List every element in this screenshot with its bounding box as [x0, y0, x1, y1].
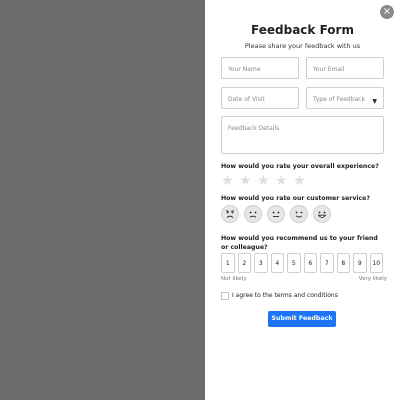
- service-rating: [221, 205, 331, 223]
- very-happy-face-icon[interactable]: [313, 205, 331, 223]
- name-placeholder: Your Name: [228, 66, 261, 73]
- star-icon[interactable]: ★: [257, 174, 271, 188]
- name-input[interactable]: Your Name: [221, 57, 299, 79]
- sad-face-icon[interactable]: [244, 205, 262, 223]
- details-placeholder: Feedback Details: [228, 125, 280, 132]
- feedback-panel: × Feedback Form Please share your feedba…: [205, 0, 400, 400]
- nps-option[interactable]: 8: [336, 253, 350, 273]
- question-service: How would you rate our customer service?: [221, 195, 370, 202]
- nps-option[interactable]: 2: [237, 253, 251, 273]
- form-title: Feedback Form: [251, 23, 354, 37]
- email-input[interactable]: Your Email: [306, 57, 384, 79]
- chevron-down-icon: ▼: [372, 98, 377, 105]
- email-placeholder: Your Email: [313, 66, 345, 73]
- smile-face-icon[interactable]: [290, 205, 308, 223]
- type-placeholder: Type of Feedback: [313, 96, 365, 103]
- question-overall: How would you rate your overall experien…: [221, 163, 379, 170]
- nps-option[interactable]: 7: [320, 253, 334, 273]
- star-icon[interactable]: ★: [293, 174, 307, 188]
- neutral-face-icon[interactable]: [267, 205, 285, 223]
- nps-scale: 1 2 3 4 5 6 7 8 9 10: [221, 253, 383, 273]
- nps-option[interactable]: 9: [353, 253, 367, 273]
- star-rating: ★ ★ ★ ★ ★: [221, 174, 307, 188]
- nps-option[interactable]: 1: [221, 253, 235, 273]
- very-angry-face-icon[interactable]: [221, 205, 239, 223]
- star-icon[interactable]: ★: [221, 174, 235, 188]
- form-subtitle: Please share your feedback with us: [244, 42, 361, 50]
- date-placeholder: Date of Visit: [228, 96, 265, 103]
- feedback-type-select[interactable]: Type of Feedback ▼: [306, 87, 384, 109]
- feedback-details-textarea[interactable]: Feedback Details: [221, 116, 384, 154]
- nps-option[interactable]: 6: [303, 253, 317, 273]
- star-icon[interactable]: ★: [239, 174, 253, 188]
- nps-option[interactable]: 3: [254, 253, 268, 273]
- question-recommend: How would you recommend us to your frien…: [221, 235, 378, 251]
- nps-option[interactable]: 4: [270, 253, 284, 273]
- date-of-visit-input[interactable]: Date of Visit: [221, 87, 299, 109]
- star-icon[interactable]: ★: [275, 174, 289, 188]
- modal-backdrop[interactable]: [0, 0, 205, 400]
- nps-option[interactable]: 5: [287, 253, 301, 273]
- nps-min-label: Not likely: [221, 276, 247, 282]
- nps-option[interactable]: 10: [369, 253, 383, 273]
- nps-max-label: Very likely: [358, 276, 387, 282]
- terms-checkbox[interactable]: [221, 292, 229, 300]
- submit-feedback-button[interactable]: Submit Feedback: [268, 311, 336, 327]
- terms-label: I agree to the terms and conditions: [232, 292, 338, 299]
- close-icon[interactable]: ×: [380, 5, 394, 19]
